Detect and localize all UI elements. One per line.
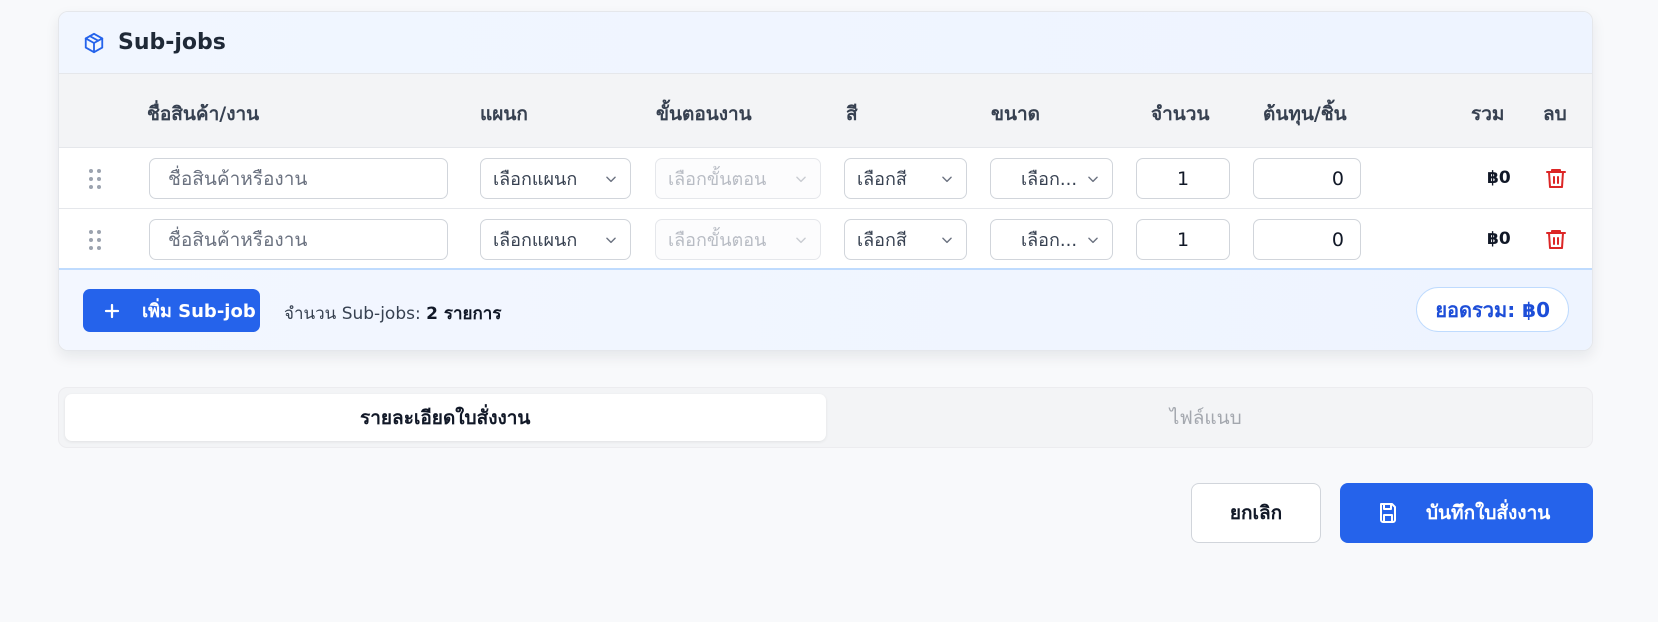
chevron-down-icon [940, 233, 954, 247]
trash-icon[interactable] [1544, 165, 1568, 191]
add-subjob-label: เพิ่ม Sub-job [142, 301, 256, 322]
column-header-delete: ลบ [1543, 103, 1567, 125]
plus-icon [103, 302, 121, 320]
chevron-down-icon [604, 233, 618, 247]
name-input[interactable]: ชื่อสินค้าหรืองาน [149, 158, 448, 199]
column-header-size: ขนาด [991, 103, 1040, 125]
save-icon [1376, 501, 1400, 525]
size-select[interactable]: เลือก... [990, 158, 1113, 199]
department-select[interactable]: เลือกแผนก [480, 158, 631, 199]
step-select[interactable]: เลือกขั้นตอน [655, 158, 821, 199]
cancel-button[interactable]: ยกเลิก [1191, 483, 1321, 543]
row-total: ฿0 [1487, 168, 1511, 188]
column-header-quantity: จำนวน [1151, 103, 1210, 125]
table-row: ชื่อสินค้าหรืองาน เลือกแผนก เลือกขั้นตอน… [59, 148, 1592, 209]
subjob-count-label: จำนวน Sub-jobs: [284, 304, 421, 324]
unit-cost-input[interactable]: 0 [1253, 219, 1361, 260]
column-header-name: ชื่อสินค้า/งาน [147, 103, 260, 125]
chevron-down-icon [1086, 233, 1100, 247]
table-header: ชื่อสินค้า/งาน แผนก ขั้นตอนงาน สี ขนาด จ… [59, 74, 1592, 148]
quantity-input[interactable]: 1 [1136, 219, 1230, 260]
color-select[interactable]: เลือกสี [844, 219, 967, 260]
subjob-count: จำนวน Sub-jobs: 2 รายการ [284, 300, 501, 327]
drag-handle-icon[interactable] [89, 230, 101, 250]
column-header-step: ขั้นตอนงาน [656, 103, 752, 125]
size-select[interactable]: เลือก... [990, 219, 1113, 260]
name-input[interactable]: ชื่อสินค้าหรืองาน [149, 219, 448, 260]
column-header-unit-cost: ต้นทุน/ชิ้น [1263, 103, 1347, 125]
subjobs-card: Sub-jobs ชื่อสินค้า/งาน แผนก ขั้นตอนงาน … [58, 11, 1593, 351]
column-header-total: รวม [1471, 103, 1505, 125]
package-icon [83, 32, 105, 54]
quantity-input[interactable]: 1 [1136, 158, 1230, 199]
drag-handle-icon[interactable] [89, 169, 101, 189]
row-total: ฿0 [1487, 229, 1511, 249]
step-select[interactable]: เลือกขั้นตอน [655, 219, 821, 260]
tab-order-details[interactable]: รายละเอียดใบสั่งงาน [65, 394, 826, 441]
subjobs-header: Sub-jobs [59, 12, 1592, 74]
save-order-button[interactable]: บันทึกใบสั่งงาน [1340, 483, 1593, 543]
save-order-label: บันทึกใบสั่งงาน [1426, 502, 1551, 524]
add-subjob-button[interactable]: เพิ่ม Sub-job [83, 289, 260, 332]
chevron-down-icon [794, 233, 808, 247]
chevron-down-icon [604, 172, 618, 186]
trash-icon[interactable] [1544, 226, 1568, 252]
chevron-down-icon [1086, 172, 1100, 186]
department-select[interactable]: เลือกแผนก [480, 219, 631, 260]
grand-total-badge: ยอดรวม: ฿0 [1416, 287, 1569, 332]
unit-cost-input[interactable]: 0 [1253, 158, 1361, 199]
table-row: ชื่อสินค้าหรืองาน เลือกแผนก เลือกขั้นตอน… [59, 209, 1592, 270]
section-title: Sub-jobs [118, 30, 226, 55]
tab-bar: รายละเอียดใบสั่งงาน ไฟล์แนบ [58, 387, 1593, 448]
subjobs-footer: เพิ่ม Sub-job จำนวน Sub-jobs: 2 รายการ ย… [59, 268, 1592, 350]
column-header-color: สี [846, 103, 858, 125]
subjob-count-value: 2 รายการ [426, 304, 502, 324]
chevron-down-icon [794, 172, 808, 186]
chevron-down-icon [940, 172, 954, 186]
column-header-department: แผนก [480, 103, 528, 125]
tab-attachments[interactable]: ไฟล์แนบ [826, 394, 1587, 441]
color-select[interactable]: เลือกสี [844, 158, 967, 199]
